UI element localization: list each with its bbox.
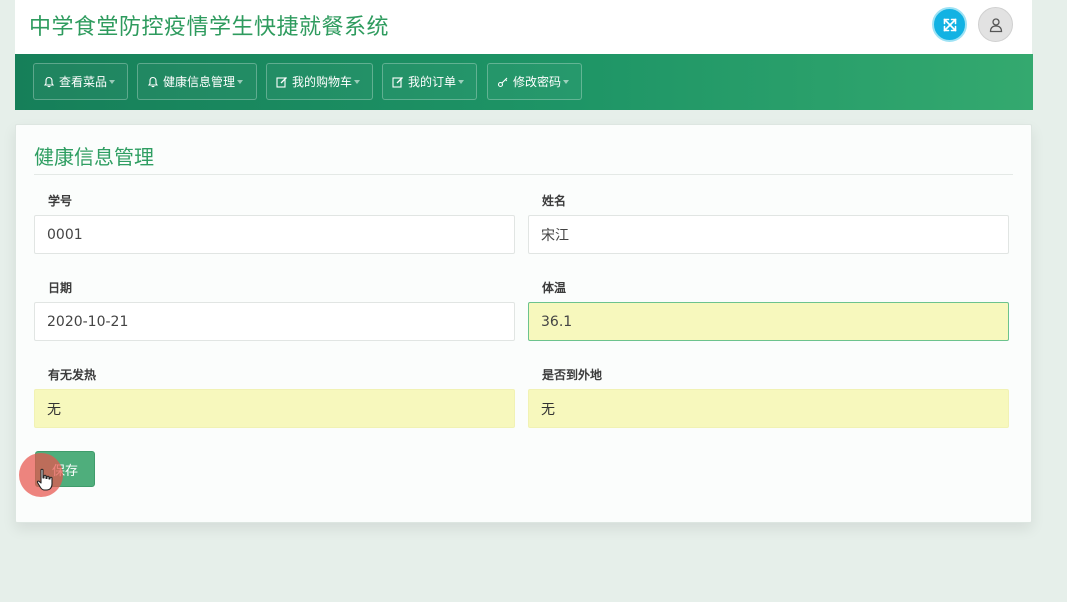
student-id-field[interactable]: 0001 <box>34 215 515 254</box>
chevron-down-icon <box>563 80 570 84</box>
edit-icon <box>392 76 404 88</box>
temperature-field[interactable]: 36.1 <box>528 302 1009 341</box>
nav-item-label: 我的订单 <box>408 75 457 89</box>
edit-icon <box>276 76 288 88</box>
nav-item-health-info[interactable]: 健康信息管理 <box>137 63 257 100</box>
expand-arrows-icon <box>943 18 956 31</box>
main-navbar: 查看菜品 健康信息管理 我的购物车 我的订单 修改密码 <box>15 54 1033 110</box>
travel-label: 是否到外地 <box>542 368 603 382</box>
chevron-down-icon <box>458 80 465 84</box>
panel-title: 健康信息管理 <box>34 145 154 169</box>
fullscreen-button[interactable] <box>932 7 967 42</box>
bell-icon <box>43 76 55 88</box>
header-bar: 中学食堂防控疫情学生快捷就餐系统 <box>15 0 1032 54</box>
nav-item-view-dishes[interactable]: 查看菜品 <box>33 63 128 100</box>
nav-item-label: 查看菜品 <box>59 75 108 89</box>
fever-label: 有无发热 <box>48 368 97 382</box>
chevron-down-icon <box>109 80 116 84</box>
name-label: 姓名 <box>542 194 567 208</box>
bell-icon <box>147 76 159 88</box>
nav-item-label: 健康信息管理 <box>163 75 236 89</box>
user-menu-button[interactable] <box>978 7 1013 42</box>
nav-item-cart[interactable]: 我的购物车 <box>266 63 373 100</box>
fever-field[interactable]: 无 <box>34 389 515 428</box>
date-field[interactable]: 2020-10-21 <box>34 302 515 341</box>
temperature-label: 体温 <box>542 281 567 295</box>
nav-item-change-password[interactable]: 修改密码 <box>487 63 582 100</box>
user-icon <box>989 17 1002 32</box>
nav-item-orders[interactable]: 我的订单 <box>382 63 477 100</box>
student-id-label: 学号 <box>48 194 73 208</box>
chevron-down-icon <box>354 80 361 84</box>
hand-pointer-icon <box>36 468 53 491</box>
date-label: 日期 <box>48 281 73 295</box>
divider <box>34 174 1013 175</box>
chevron-down-icon <box>237 80 244 84</box>
name-field[interactable]: 宋江 <box>528 215 1009 254</box>
app-title: 中学食堂防控疫情学生快捷就餐系统 <box>29 15 390 40</box>
key-icon <box>497 76 509 88</box>
nav-item-label: 修改密码 <box>513 75 562 89</box>
health-info-panel: 健康信息管理 学号 0001 姓名 宋江 日期 2020-10-21 体温 36… <box>15 124 1032 523</box>
nav-item-label: 我的购物车 <box>292 75 353 89</box>
travel-field[interactable]: 无 <box>528 389 1009 428</box>
